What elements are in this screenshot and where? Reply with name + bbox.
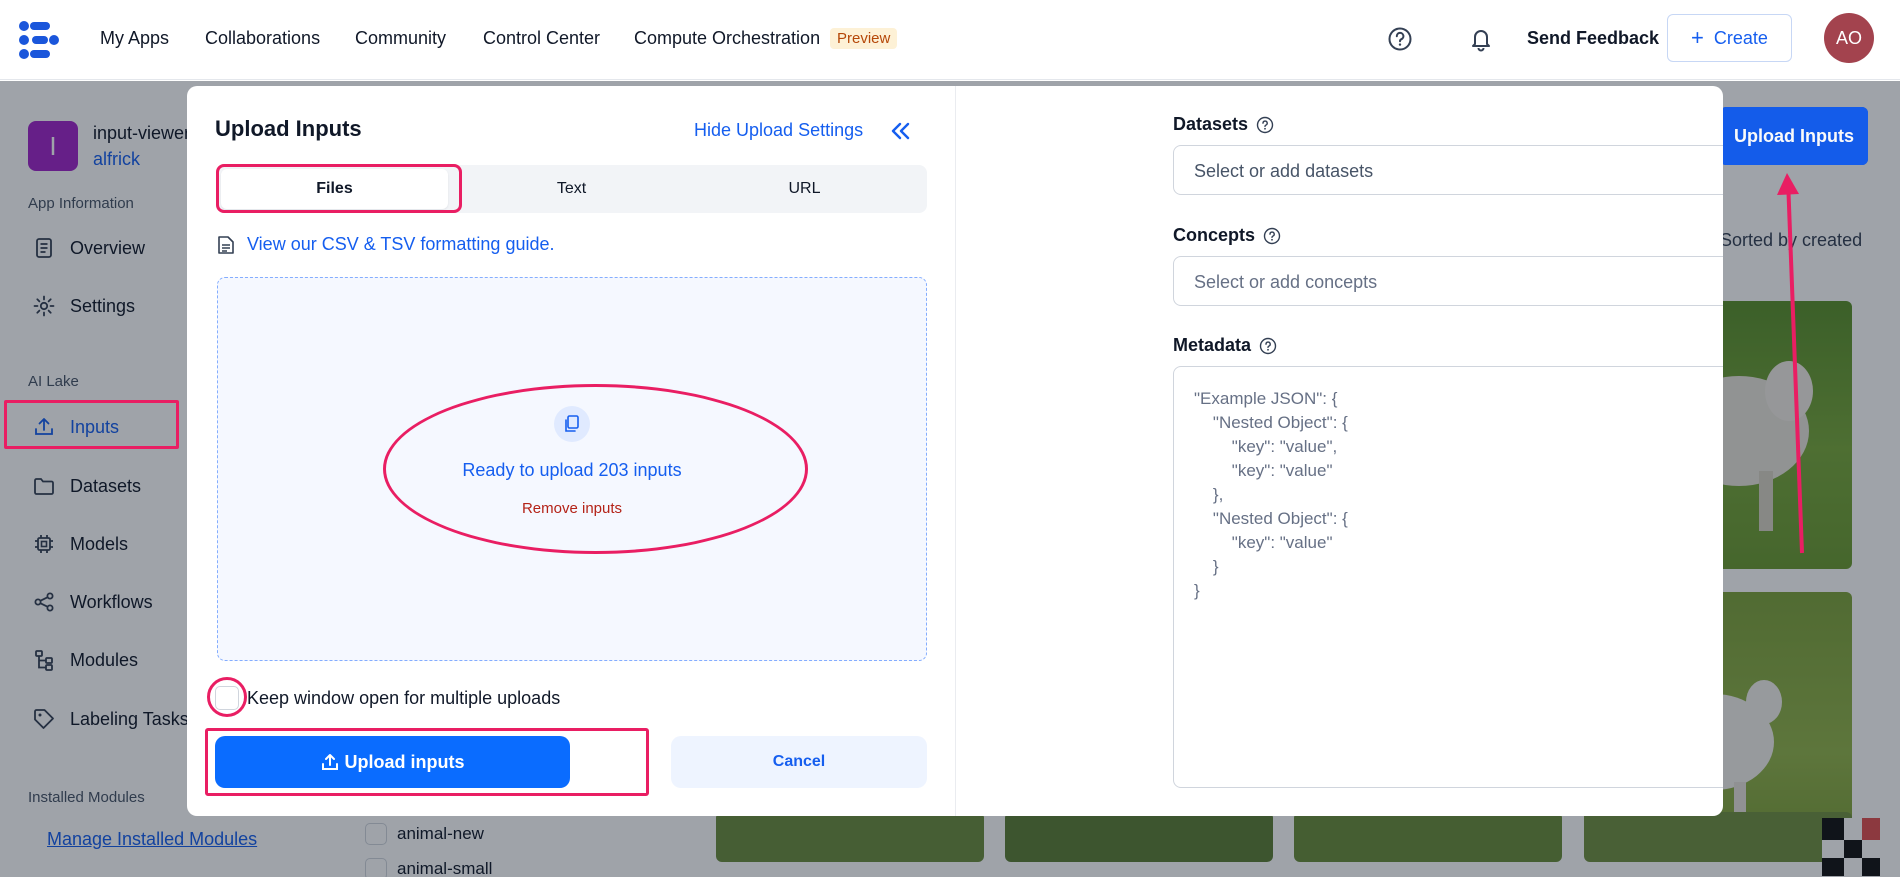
datasets-label-text: Datasets [1173,114,1249,134]
upload-inputs-button-highlight[interactable]: Upload Inputs [1720,107,1868,165]
keep-window-open-option[interactable]: Keep window open for multiple uploads [215,686,560,710]
user-avatar[interactable]: AO [1824,13,1874,63]
modal-title: Upload Inputs [215,116,362,141]
help-icon[interactable] [1263,227,1281,245]
csv-tsv-guide-link[interactable]: View our CSV & TSV formatting guide. [247,234,555,255]
annotation-arrow-icon [1777,173,1804,554]
top-navigation: My Apps Collaborations Community Control… [0,0,1900,80]
nav-control-center[interactable]: Control Center [483,28,600,49]
annotation-upload-button-highlight [205,728,649,796]
plus-icon: + [1691,25,1704,50]
tab-url[interactable]: URL [691,169,918,209]
datasets-select[interactable]: Select or add datasets [1173,145,1723,195]
annotation-inputs-highlight [4,400,179,449]
nav-community[interactable]: Community [355,28,446,49]
tab-text[interactable]: Text [458,169,685,209]
metadata-json-textarea[interactable]: "Example JSON": { "Nested Object": { "ke… [1173,366,1723,788]
preview-badge: Preview [830,28,898,49]
datasets-field-label: Datasets [1173,114,1274,135]
cancel-button[interactable]: Cancel [671,736,927,788]
document-icon [218,235,234,254]
concepts-placeholder: Select or add concepts [1194,272,1378,292]
formatting-guide: View our CSV & TSV formatting guide. [217,234,555,255]
concepts-label-text: Concepts [1173,225,1256,245]
annotation-files-tab-highlight [216,164,462,213]
nav-my-apps[interactable]: My Apps [100,28,169,49]
double-chevron-left-icon[interactable] [887,118,913,144]
send-feedback-button[interactable]: Send Feedback [1527,28,1659,49]
concepts-select[interactable]: Select or add concepts [1173,256,1723,306]
upload-settings-panel: Datasets Select or add datasets Concepts… [955,86,1723,816]
annotation-ready-ellipse [383,384,808,554]
help-icon[interactable] [1259,337,1277,355]
hide-upload-settings-link[interactable]: Hide Upload Settings [694,120,863,141]
help-icon[interactable] [1256,116,1274,134]
concepts-field-label: Concepts [1173,225,1281,246]
nav-compute-orchestration[interactable]: Compute Orchestration [634,28,820,49]
create-label: Create [1713,27,1768,48]
metadata-placeholder: "Example JSON": { "Nested Object": { "ke… [1194,389,1348,600]
nav-collaborations[interactable]: Collaborations [205,28,320,49]
create-button[interactable]: + Create [1667,14,1792,62]
help-icon[interactable] [1385,24,1415,54]
metadata-label-text: Metadata [1173,335,1252,355]
annotation-checkbox-highlight [207,677,247,717]
bell-icon[interactable] [1466,24,1496,54]
clarifai-logo-icon[interactable] [16,18,62,62]
metadata-field-label: Metadata [1173,335,1277,356]
keep-window-open-label: Keep window open for multiple uploads [247,687,561,708]
datasets-placeholder: Select or add datasets [1194,161,1374,181]
